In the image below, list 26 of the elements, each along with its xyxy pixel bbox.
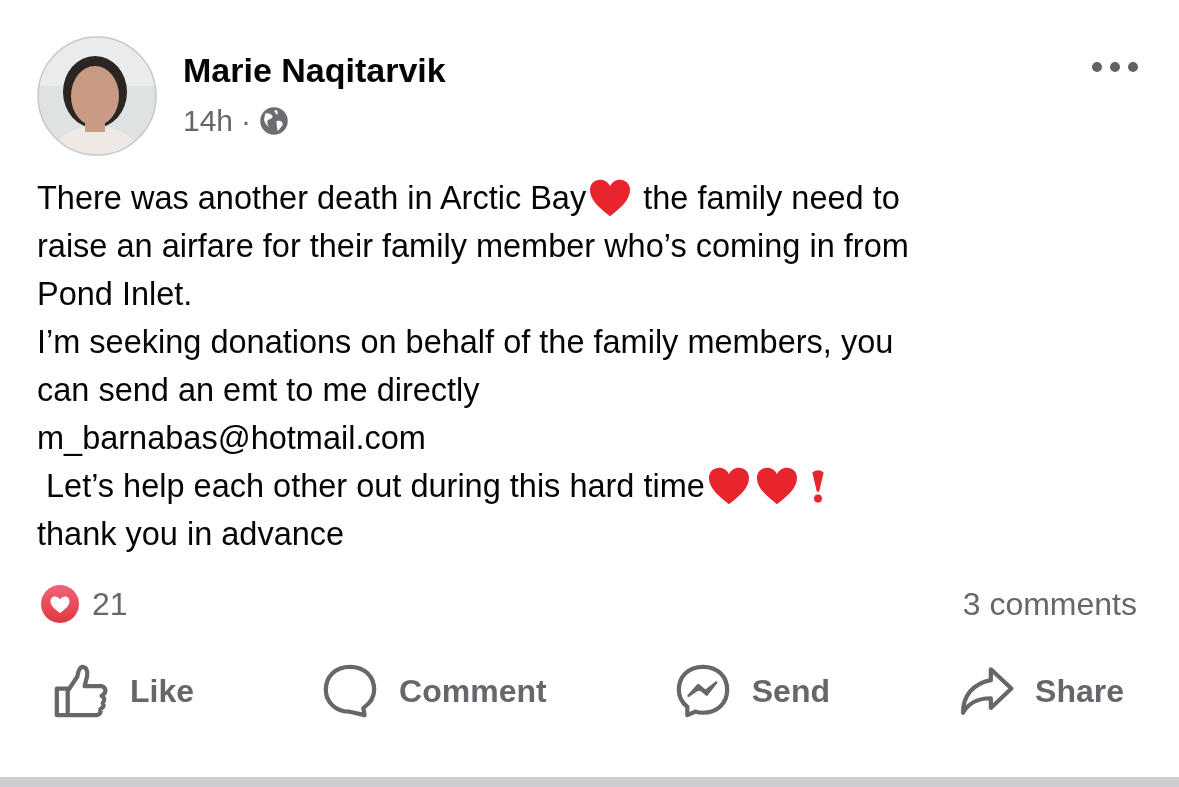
- post-text: m_barnabas@hotmail.com: [37, 419, 426, 458]
- post-text: can send an emt to me directly: [37, 371, 480, 410]
- post-text: Pond Inlet.: [37, 275, 193, 314]
- post-text: I’m seeking donations on behalf of the family members, you: [37, 323, 894, 362]
- globe-icon: [259, 106, 290, 136]
- reaction-count[interactable]: 21: [92, 585, 128, 623]
- like-button[interactable]: Like: [52, 662, 195, 720]
- post-text: There was another death in Arctic Bay: [37, 179, 587, 218]
- author-name[interactable]: Marie Naqitarvik: [183, 50, 446, 90]
- share-button[interactable]: Share: [957, 662, 1124, 720]
- heart-icon: [706, 466, 751, 506]
- post-text: the family need to: [642, 179, 900, 218]
- comments-count[interactable]: 3 comments: [962, 585, 1137, 623]
- post-text: thank you in advance: [37, 515, 345, 554]
- more-options-icon[interactable]: [1091, 61, 1139, 73]
- love-reaction-icon[interactable]: [40, 584, 80, 624]
- exclamation-icon: [810, 469, 825, 503]
- send-button[interactable]: Send: [673, 662, 830, 720]
- comment-button[interactable]: Comment: [321, 662, 547, 720]
- post-time[interactable]: 14h: [183, 104, 234, 138]
- post-text: Let’s help each other out during this hard time: [45, 467, 705, 506]
- heart-icon: [754, 466, 799, 506]
- post-text: raise an airfare for their family member who’s coming in from: [37, 227, 909, 266]
- thumbs-up-icon: [52, 662, 110, 720]
- separator-dot: ·: [241, 104, 252, 138]
- heart-icon: [588, 178, 633, 218]
